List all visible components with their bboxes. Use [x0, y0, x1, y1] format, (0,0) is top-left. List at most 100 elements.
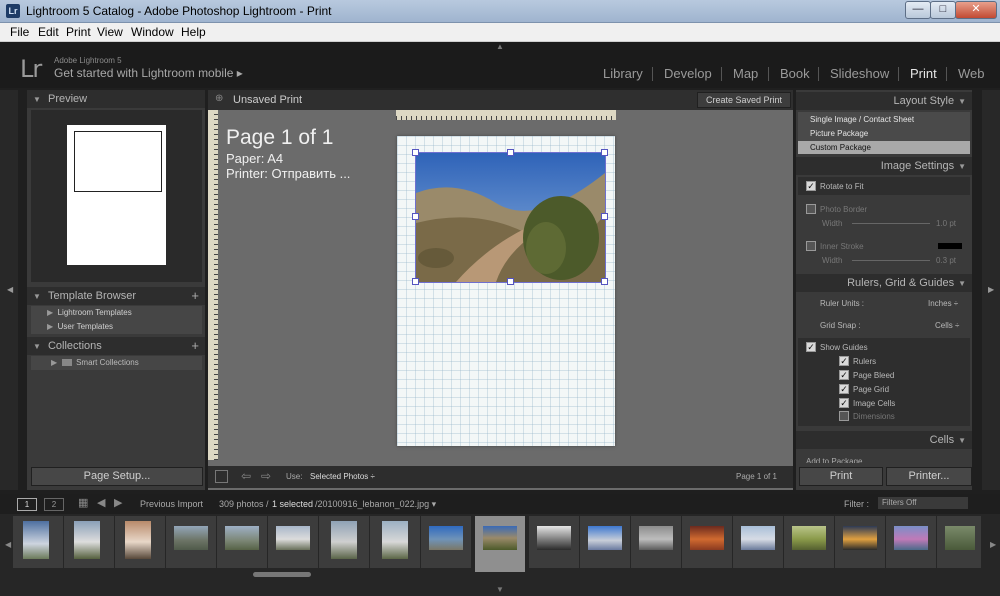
menu-window[interactable]: Window [131, 25, 174, 39]
module-develop[interactable]: Develop [664, 66, 712, 81]
rotate-to-fit-label: Rotate to Fit [820, 182, 864, 191]
mobile-link[interactable]: Get started with Lightroom mobile ▸ [54, 66, 243, 80]
resize-handle[interactable] [601, 213, 608, 220]
filmstrip-thumbnail[interactable] [217, 516, 267, 568]
filmstrip-thumbnail[interactable] [937, 516, 981, 568]
filmstrip-thumbnail[interactable] [682, 516, 732, 568]
screen-2-button[interactable]: 2 [44, 498, 64, 511]
add-template-icon[interactable]: + [191, 287, 199, 305]
resize-handle[interactable] [601, 278, 608, 285]
grid-snap-select[interactable]: Cells ÷ [935, 321, 959, 330]
right-panel-edge[interactable]: ▶ [982, 90, 1000, 490]
use-select[interactable]: Selected Photos ÷ [310, 472, 375, 481]
ruler-units-select[interactable]: Inches ÷ [928, 299, 958, 308]
menu-file[interactable]: File [10, 25, 29, 39]
resize-handle[interactable] [412, 213, 419, 220]
rotate-to-fit-checkbox[interactable]: ✓ [806, 181, 816, 191]
filmstrip-thumbnail[interactable] [580, 516, 630, 568]
image-cells-checkbox[interactable]: ✓ [839, 398, 849, 408]
stroke-width-slider[interactable] [852, 260, 930, 261]
create-saved-print-button[interactable]: Create Saved Print [697, 92, 791, 108]
photo-cell[interactable] [415, 152, 606, 283]
page-setup-button[interactable]: Page Setup... [31, 467, 203, 486]
resize-handle[interactable] [412, 278, 419, 285]
filmstrip-thumbnail[interactable] [13, 516, 63, 568]
add-collection-icon[interactable]: + [191, 337, 199, 355]
close-button[interactable]: ✕ [955, 1, 997, 19]
module-map[interactable]: Map [733, 66, 758, 81]
module-print[interactable]: Print [910, 66, 937, 81]
filmstrip-thumbnail[interactable] [268, 516, 318, 568]
rulers-checkbox[interactable]: ✓ [839, 356, 849, 366]
inner-stroke-checkbox[interactable] [806, 241, 816, 251]
printer-button[interactable]: Printer... [886, 467, 972, 486]
filmstrip-thumbnail[interactable] [631, 516, 681, 568]
maximize-button[interactable]: □ [930, 1, 956, 19]
module-library[interactable]: Library [603, 66, 643, 81]
filmstrip-thumbnail[interactable] [319, 516, 369, 568]
layout-style-header[interactable]: Layout Style ▼ [796, 92, 972, 110]
module-book[interactable]: Book [780, 66, 810, 81]
forward-arrow-icon[interactable]: ▶ [114, 496, 122, 509]
menu-help[interactable]: Help [181, 25, 206, 39]
filmstrip-thumbnail[interactable] [886, 516, 936, 568]
collapse-bottom-icon[interactable]: ▼ [496, 585, 504, 594]
preview-header[interactable]: ▼ Preview [27, 90, 205, 108]
minimize-button[interactable]: — [905, 1, 931, 19]
resize-handle[interactable] [601, 149, 608, 156]
cells-header[interactable]: Cells ▼ [796, 431, 972, 449]
filmstrip-thumbnail[interactable] [64, 516, 114, 568]
dimensions-checkbox[interactable] [839, 411, 849, 421]
filmstrip-thumbnail[interactable] [784, 516, 834, 568]
filmstrip-thumbnail[interactable] [166, 516, 216, 568]
filmstrip-thumbnail[interactable] [835, 516, 885, 568]
filmstrip-right-icon[interactable]: ▶ [990, 540, 996, 549]
template-item[interactable]: ▶ Lightroom Templates [47, 308, 132, 317]
filmstrip-thumbnail-selected[interactable] [475, 516, 525, 572]
collapse-top-icon[interactable]: ▲ [496, 42, 504, 51]
filmstrip-thumbnail[interactable] [529, 516, 579, 568]
page-bleed-checkbox[interactable]: ✓ [839, 370, 849, 380]
filter-select[interactable]: Filters Off [878, 497, 968, 509]
stroke-color-swatch[interactable] [938, 243, 962, 249]
rulers-header[interactable]: Rulers, Grid & Guides ▼ [796, 274, 972, 292]
selected-filename[interactable]: /20100916_lebanon_022.jpg ▾ [315, 499, 436, 510]
layout-option-custom-package[interactable]: Custom Package [798, 141, 970, 154]
layout-option-single[interactable]: Single Image / Contact Sheet [798, 113, 970, 126]
screen-1-button[interactable]: 1 [17, 498, 37, 511]
menu-print[interactable]: Print [66, 25, 91, 39]
module-web[interactable]: Web [958, 66, 985, 81]
resize-handle[interactable] [507, 149, 514, 156]
source-label[interactable]: Previous Import [140, 499, 203, 509]
resize-handle[interactable] [507, 278, 514, 285]
filmstrip-left-icon[interactable]: ◀ [5, 540, 11, 549]
photo-border-checkbox[interactable] [806, 204, 816, 214]
show-guides-checkbox[interactable]: ✓ [806, 342, 816, 352]
page-grid-checkbox[interactable]: ✓ [839, 384, 849, 394]
print-button[interactable]: Print [799, 467, 883, 486]
template-browser-header[interactable]: ▼ Template Browser + [27, 287, 205, 305]
left-panel-edge[interactable]: ◀ [0, 90, 18, 490]
filmstrip-thumbnail[interactable] [421, 516, 471, 568]
resize-handle[interactable] [412, 149, 419, 156]
image-cells-label: Image Cells [853, 399, 896, 408]
border-width-slider[interactable] [852, 223, 930, 224]
image-settings-header[interactable]: Image Settings ▼ [796, 157, 972, 175]
next-page-icon[interactable]: ⇨ [261, 469, 271, 483]
filmstrip-thumbnail[interactable] [733, 516, 783, 568]
view-toggle-icon[interactable] [215, 470, 228, 483]
menu-edit[interactable]: Edit [38, 25, 59, 39]
layout-option-picture-package[interactable]: Picture Package [798, 127, 970, 140]
filmstrip-thumbnail[interactable] [370, 516, 420, 568]
template-item[interactable]: ▶ User Templates [47, 322, 113, 331]
grid-view-icon[interactable]: ▦ [78, 496, 88, 509]
landscape-photo [416, 153, 605, 282]
module-slideshow[interactable]: Slideshow [830, 66, 889, 81]
previous-page-icon[interactable]: ⇦ [241, 469, 251, 483]
collections-header[interactable]: ▼ Collections + [27, 337, 205, 355]
back-arrow-icon[interactable]: ◀ [97, 496, 105, 509]
collection-item[interactable]: ▶ Smart Collections [51, 358, 139, 367]
menu-view[interactable]: View [97, 25, 123, 39]
filmstrip-thumbnail[interactable] [115, 516, 165, 568]
filmstrip-scrollbar[interactable] [253, 572, 311, 577]
